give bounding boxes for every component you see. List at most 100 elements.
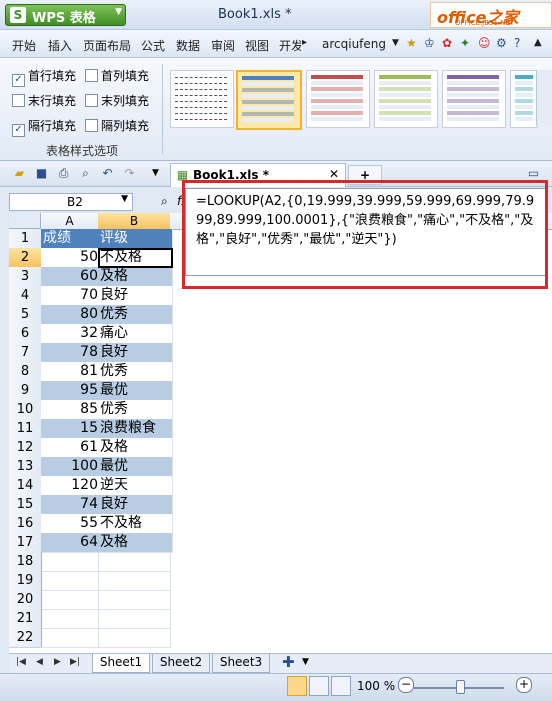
zoom-slider-thumb[interactable] xyxy=(456,680,465,694)
select-all-corner[interactable] xyxy=(9,213,41,229)
grade-cell[interactable]: 及格 xyxy=(98,438,173,458)
score-cell[interactable]: 50 xyxy=(41,248,101,268)
opt-first-row[interactable]: ✓ 首行填充 xyxy=(12,67,76,87)
menu-insert[interactable]: 插入 xyxy=(48,37,72,54)
empty-cell[interactable] xyxy=(98,609,171,629)
score-cell[interactable]: 64 xyxy=(41,533,101,553)
grade-cell[interactable]: 及格 xyxy=(98,267,173,287)
score-cell[interactable]: 15 xyxy=(41,419,101,439)
opt-banded-rows[interactable]: ✓ 隔行填充 xyxy=(12,117,76,137)
menu-formulas[interactable]: 公式 xyxy=(141,37,165,54)
row-header[interactable]: 15 xyxy=(9,495,42,515)
skin-icon[interactable]: ★ xyxy=(406,36,417,50)
score-cell[interactable]: 120 xyxy=(41,476,101,496)
opt-last-col[interactable]: 末列填充 xyxy=(85,92,149,109)
last-sheet-icon[interactable]: ▶| xyxy=(70,657,80,667)
empty-cell[interactable] xyxy=(41,609,99,629)
grade-cell[interactable]: 优秀 xyxy=(98,400,173,420)
print-preview-icon[interactable]: ⌕ xyxy=(78,166,93,181)
table-style-cyan[interactable] xyxy=(510,70,538,128)
row-header[interactable]: 1 xyxy=(9,229,42,249)
style-gallery-scroll[interactable] xyxy=(536,70,552,126)
magnifier-icon[interactable]: ⌕ xyxy=(161,194,168,209)
grade-cell[interactable]: 及格 xyxy=(98,533,173,553)
empty-cell[interactable] xyxy=(98,552,171,572)
community-icon[interactable]: ☺ xyxy=(478,36,491,50)
row-header[interactable]: 12 xyxy=(9,438,42,458)
menu-data[interactable]: 数据 xyxy=(176,37,200,54)
row-header[interactable]: 13 xyxy=(9,457,42,477)
empty-cell[interactable] xyxy=(41,590,99,610)
row-header[interactable]: 2 xyxy=(9,248,42,268)
score-cell[interactable]: 60 xyxy=(41,267,101,287)
empty-cell[interactable] xyxy=(98,571,171,591)
gift-icon[interactable]: ✿ xyxy=(442,36,452,50)
score-cell[interactable]: 95 xyxy=(41,381,101,401)
grade-cell[interactable]: 优秀 xyxy=(98,305,173,325)
score-cell[interactable]: 74 xyxy=(41,495,101,515)
grade-cell[interactable]: 良好 xyxy=(98,495,173,515)
sheet-tab-1[interactable]: Sheet1 xyxy=(92,654,150,673)
score-cell[interactable]: 32 xyxy=(41,324,101,344)
empty-cell[interactable] xyxy=(41,571,99,591)
row-header[interactable]: 17 xyxy=(9,533,42,553)
score-cell[interactable]: 61 xyxy=(41,438,101,458)
undo-icon[interactable]: ↶ xyxy=(100,166,115,181)
user-dropdown-icon[interactable]: ▼ xyxy=(392,38,399,48)
row-header[interactable]: 8 xyxy=(9,362,42,382)
score-cell[interactable]: 78 xyxy=(41,343,101,363)
table-style-green[interactable] xyxy=(374,70,438,128)
row-header[interactable]: 21 xyxy=(9,609,42,629)
toolbar-more-icon[interactable]: ▼ xyxy=(148,166,163,181)
grade-cell[interactable]: 最优 xyxy=(98,457,173,477)
shirt-icon[interactable]: ♔ xyxy=(424,36,435,50)
row-header[interactable]: 7 xyxy=(9,343,42,363)
prev-sheet-icon[interactable]: ◀ xyxy=(36,657,43,667)
table-style-plain[interactable] xyxy=(170,70,234,128)
help-icon[interactable]: ? xyxy=(514,36,520,50)
row-header[interactable]: 14 xyxy=(9,476,42,496)
menu-home[interactable]: 开始 xyxy=(12,37,36,54)
score-cell[interactable]: 85 xyxy=(41,400,101,420)
grade-cell[interactable]: 不及格 xyxy=(98,514,173,534)
header-cell-grade[interactable]: 评级 xyxy=(98,229,173,249)
row-header[interactable]: 19 xyxy=(9,571,42,591)
header-cell-score[interactable]: 成绩 xyxy=(41,229,101,249)
row-header[interactable]: 9 xyxy=(9,381,42,401)
sheet-menu-icon[interactable]: ▼ xyxy=(302,657,309,667)
page-break-view-icon[interactable] xyxy=(331,676,351,696)
print-icon[interactable]: ⎙ xyxy=(56,166,71,181)
name-box[interactable]: B2 ▼ xyxy=(9,193,133,211)
sheet-tab-3[interactable]: Sheet3 xyxy=(212,654,270,673)
normal-view-icon[interactable] xyxy=(287,676,307,696)
app-menu-button[interactable]: S WPS 表格 ▼ xyxy=(5,4,126,26)
opt-first-col[interactable]: 首列填充 xyxy=(85,67,149,84)
grade-cell[interactable]: 痛心 xyxy=(98,324,173,344)
zoom-out-icon[interactable]: − xyxy=(398,677,414,693)
first-sheet-icon[interactable]: |◀ xyxy=(16,657,26,667)
row-header[interactable]: 18 xyxy=(9,552,42,572)
grade-cell[interactable]: 浪费粮食 xyxy=(98,419,173,439)
score-cell[interactable]: 70 xyxy=(41,286,101,306)
empty-cell[interactable] xyxy=(98,590,171,610)
empty-cell[interactable] xyxy=(98,628,171,648)
row-header[interactable]: 10 xyxy=(9,400,42,420)
row-header[interactable]: 16 xyxy=(9,514,42,534)
add-sheet-icon[interactable]: ✚ xyxy=(282,653,295,671)
menu-review[interactable]: 审阅 xyxy=(211,37,235,54)
table-style-purple[interactable] xyxy=(442,70,506,128)
menu-page-layout[interactable]: 页面布局 xyxy=(83,37,131,54)
open-icon[interactable]: ▰ xyxy=(12,166,27,181)
page-layout-view-icon[interactable] xyxy=(309,676,329,696)
zoom-level[interactable]: 100 % xyxy=(357,679,395,693)
score-cell[interactable]: 81 xyxy=(41,362,101,382)
table-style-blue[interactable] xyxy=(236,70,302,130)
grade-cell[interactable]: 不及格 xyxy=(98,248,173,268)
settings-icon[interactable]: ⚙ xyxy=(496,36,507,50)
row-header[interactable]: 5 xyxy=(9,305,42,325)
row-header[interactable]: 6 xyxy=(9,324,42,344)
grade-cell[interactable]: 良好 xyxy=(98,286,173,306)
menu-view[interactable]: 视图 xyxy=(245,37,269,54)
row-header[interactable]: 20 xyxy=(9,590,42,610)
score-cell[interactable]: 80 xyxy=(41,305,101,325)
